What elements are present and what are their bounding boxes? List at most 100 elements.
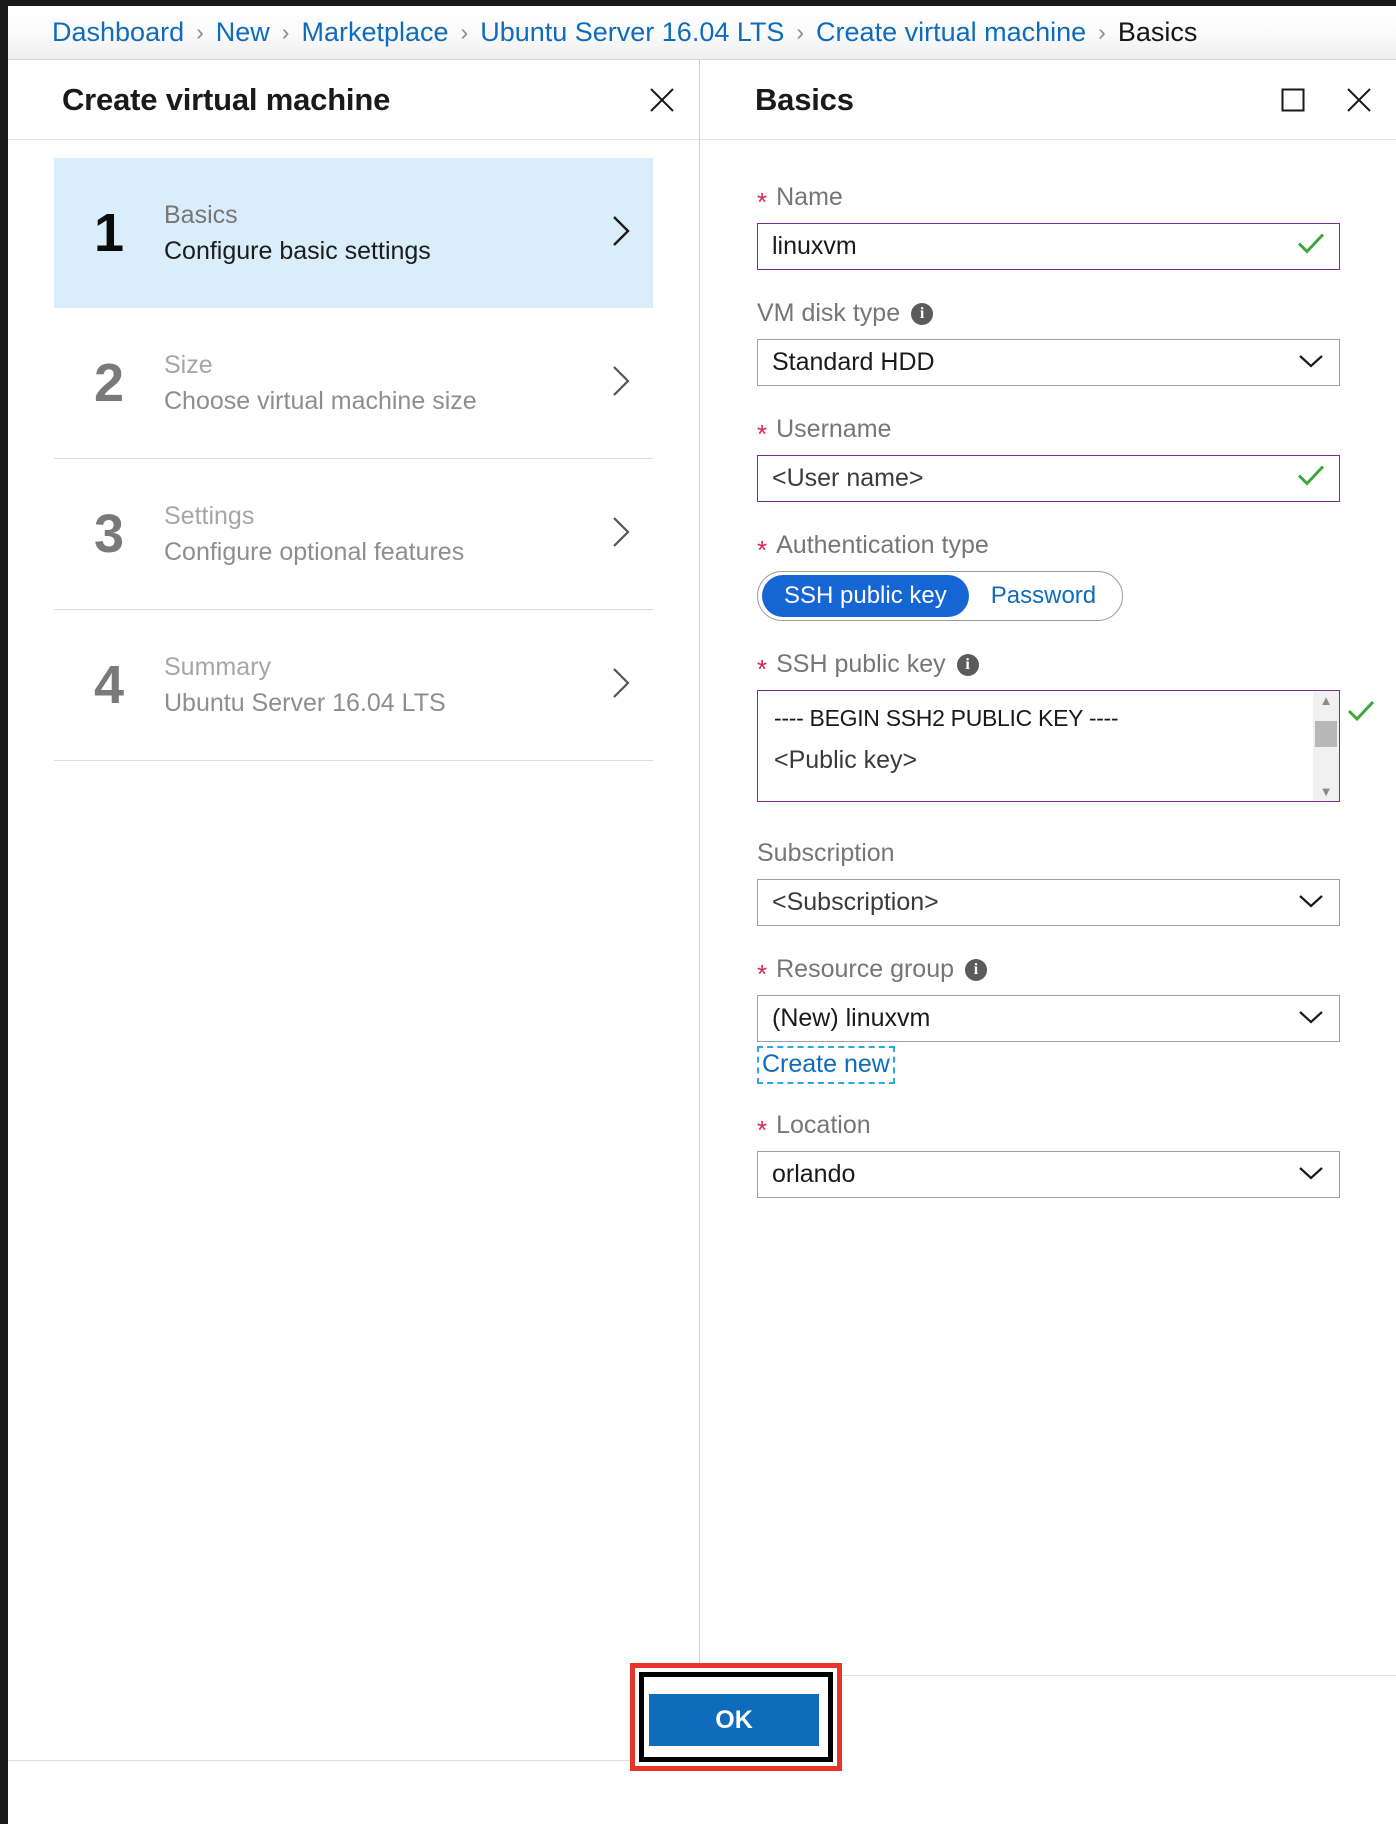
label-text: Resource group (776, 955, 955, 983)
wizard-step-size[interactable]: 2 Size Choose virtual machine size (54, 308, 653, 458)
wizard-step-title: Size (164, 350, 213, 379)
vm-disk-type-select[interactable]: Standard HDD (757, 339, 1340, 386)
breadcrumb-item-ubuntu-server[interactable]: Ubuntu Server 16.04 LTS (480, 17, 784, 48)
step-divider (54, 760, 653, 761)
info-icon[interactable]: i (956, 653, 979, 676)
label-text: Authentication type (776, 531, 989, 559)
ssh-public-key-textarea[interactable]: ---- BEGIN SSH2 PUBLIC KEY ---- <Public … (757, 690, 1375, 802)
basics-blade-header: Basics (701, 60, 1396, 140)
field-username-label: * Username (757, 412, 1340, 447)
wizard-step-summary[interactable]: 4 Summary Ubuntu Server 16.04 LTS (54, 610, 653, 760)
breadcrumb-separator-icon: › (460, 19, 469, 45)
valid-check-icon (1297, 231, 1325, 262)
ssh-key-header-line: ---- BEGIN SSH2 PUBLIC KEY ---- (774, 705, 1119, 731)
breadcrumb-separator-icon: › (196, 19, 204, 45)
breadcrumb-item-create-virtual-machine[interactable]: Create virtual machine (816, 17, 1086, 48)
breadcrumb-item-marketplace[interactable]: Marketplace (301, 17, 448, 48)
chevron-right-icon (609, 364, 635, 403)
ok-button-annotation: OK (630, 1663, 842, 1771)
breadcrumb-separator-icon: › (1098, 19, 1106, 45)
breadcrumb-item-basics: Basics (1117, 17, 1198, 47)
field-authentication-type: * Authentication type SSH public key Pas… (757, 528, 1340, 621)
required-asterisk: * (757, 534, 768, 565)
breadcrumb: Dashboard › New › Marketplace › Ubuntu S… (8, 6, 1396, 60)
username-input[interactable]: <User name> (757, 455, 1340, 502)
field-name: * Name linuxvm (757, 180, 1340, 270)
field-resource-group-label: * Resource group i (757, 952, 1340, 987)
label-text: Username (776, 415, 892, 443)
close-icon[interactable] (1342, 83, 1376, 117)
chevron-down-icon (1297, 1160, 1325, 1189)
ssh-public-key-content: ---- BEGIN SSH2 PUBLIC KEY ---- <Public … (758, 691, 1313, 801)
chevron-down-icon (1297, 888, 1325, 917)
field-ssh-public-key-label: * SSH public key i (757, 647, 1340, 682)
subscription-select[interactable]: <Subscription> (757, 879, 1340, 926)
wizard-step-settings[interactable]: 3 Settings Configure optional features (54, 459, 653, 609)
close-icon[interactable] (645, 83, 679, 117)
ok-button[interactable]: OK (649, 1694, 819, 1746)
breadcrumb-item-dashboard[interactable]: Dashboard (52, 17, 184, 48)
create-virtual-machine-blade: Create virtual machine 1 Basics Configur… (8, 60, 700, 1760)
wizard-step-desc: Configure optional features (164, 538, 465, 566)
name-input-value: linuxvm (772, 232, 857, 260)
scrollbar-thumb[interactable] (1315, 721, 1337, 747)
auth-option-ssh-public-key[interactable]: SSH public key (762, 575, 969, 617)
resource-group-value: (New) linuxvm (772, 1004, 931, 1032)
wizard-step-number: 2 (94, 353, 125, 413)
wizard-steps: 1 Basics Configure basic settings 2 Size… (8, 140, 699, 761)
auth-option-password[interactable]: Password (969, 575, 1118, 617)
scroll-down-arrow-icon[interactable]: ▼ (1320, 785, 1333, 798)
location-select[interactable]: orlando (757, 1151, 1340, 1199)
resource-group-select[interactable]: (New) linuxvm (757, 995, 1340, 1042)
field-username: * Username <User name> (757, 412, 1340, 502)
label-text: Name (776, 183, 843, 211)
azure-portal-page: Dashboard › New › Marketplace › Ubuntu S… (0, 0, 1396, 1824)
required-asterisk: * (757, 418, 768, 449)
field-location: * Location orlando (757, 1108, 1340, 1199)
info-icon[interactable]: i (965, 958, 988, 981)
basics-form: * Name linuxvm VM disk type i Standard H… (701, 140, 1396, 1199)
label-text: Location (776, 1111, 871, 1140)
authentication-type-toggle: SSH public key Password (757, 571, 1124, 621)
wizard-step-title: Settings (164, 501, 255, 530)
wizard-step-title: Basics (164, 200, 238, 229)
chevron-right-icon (609, 214, 635, 253)
chevron-down-icon (1297, 348, 1325, 377)
required-asterisk: * (757, 1114, 768, 1145)
field-vm-disk-type-label: VM disk type i (757, 296, 1340, 331)
basics-blade: Basics * Name linuxvm VM disk type i Sta… (701, 60, 1396, 1760)
maximize-icon[interactable] (1276, 83, 1310, 117)
create-new-resource-group-link[interactable]: Create new (757, 1046, 895, 1085)
label-text: VM disk type (757, 299, 901, 327)
wizard-step-number: 4 (94, 655, 125, 715)
vm-disk-type-value: Standard HDD (772, 348, 935, 376)
create-vm-blade-title: Create virtual machine (62, 81, 391, 117)
breadcrumb-item-new[interactable]: New (216, 17, 270, 48)
field-vm-disk-type: VM disk type i Standard HDD (757, 296, 1340, 386)
wizard-step-title: Summary (164, 652, 271, 681)
info-icon[interactable]: i (911, 302, 934, 325)
wizard-step-desc: Ubuntu Server 16.04 LTS (164, 689, 446, 717)
wizard-step-number: 1 (94, 203, 125, 263)
wizard-step-number: 3 (94, 504, 125, 564)
required-asterisk: * (757, 958, 768, 989)
create-vm-header-actions (645, 60, 679, 139)
field-authentication-type-label: * Authentication type (757, 528, 1340, 563)
field-ssh-public-key: * SSH public key i ---- BEGIN SSH2 PUBLI… (757, 647, 1375, 802)
required-asterisk: * (757, 186, 768, 217)
field-name-label: * Name (757, 180, 1340, 215)
valid-check-icon (1297, 463, 1325, 494)
name-input[interactable]: linuxvm (757, 223, 1340, 270)
field-resource-group: * Resource group i (New) linuxvm Create … (757, 952, 1340, 1085)
window-left-border (0, 0, 8, 1824)
breadcrumb-separator-icon: › (281, 19, 290, 45)
subscription-value: <Subscription> (772, 888, 939, 916)
wizard-step-basics[interactable]: 1 Basics Configure basic settings (54, 158, 653, 308)
field-location-label: * Location (757, 1108, 1340, 1143)
valid-check-icon (1347, 699, 1375, 728)
scroll-up-arrow-icon[interactable]: ▲ (1320, 694, 1333, 707)
label-text: SSH public key (776, 650, 946, 678)
field-subscription: Subscription <Subscription> (757, 836, 1340, 926)
ssh-key-body-line: <Public key> (774, 745, 918, 774)
basics-blade-title: Basics (755, 81, 854, 117)
